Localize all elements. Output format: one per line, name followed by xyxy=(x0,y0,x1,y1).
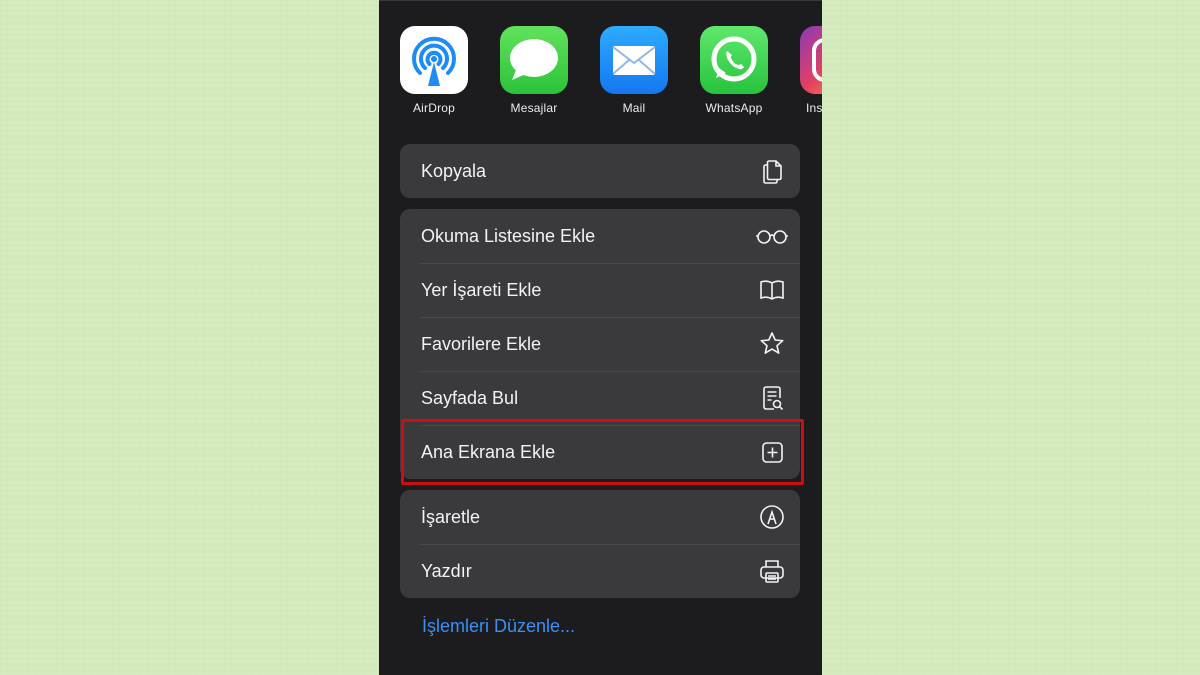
action-add-reading-list[interactable]: Okuma Listesine Ekle xyxy=(400,209,800,263)
app-messages[interactable]: Mesajlar xyxy=(499,26,569,115)
copy-icon xyxy=(763,160,782,184)
instagram-icon xyxy=(800,26,822,94)
action-label: Yazdır xyxy=(421,560,472,581)
share-sheet: AirDrop Mesajlar Mail WhatsApp Ins Kopya… xyxy=(379,0,822,675)
app-label: Mail xyxy=(622,101,646,115)
action-label: Okuma Listesine Ekle xyxy=(421,225,596,246)
edit-actions-link[interactable]: İşlemleri Düzenle... xyxy=(422,616,575,637)
action-label: Sayfada Bul xyxy=(421,387,519,408)
action-label: Yer İşareti Ekle xyxy=(421,279,542,300)
app-airdrop[interactable]: AirDrop xyxy=(399,26,469,115)
app-whatsapp[interactable]: WhatsApp xyxy=(699,26,769,115)
app-label: Ins xyxy=(806,101,822,115)
app-instagram[interactable]: Ins xyxy=(799,26,822,115)
markup-icon xyxy=(760,505,784,529)
find-on-page-icon xyxy=(763,386,784,411)
printer-icon xyxy=(760,560,784,583)
app-mail[interactable]: Mail xyxy=(599,26,669,115)
action-label: Favorilere Ekle xyxy=(421,333,542,354)
glasses-icon xyxy=(756,230,788,244)
highlight-box xyxy=(401,419,804,485)
action-label: İşaretle xyxy=(421,506,481,527)
action-find-on-page[interactable]: Sayfada Bul xyxy=(400,371,800,425)
action-print[interactable]: Yazdır xyxy=(400,544,800,598)
app-label: WhatsApp xyxy=(705,101,763,115)
airdrop-icon xyxy=(400,26,468,94)
action-group-tools: İşaretle Yazdır xyxy=(400,490,800,598)
action-add-favorites[interactable]: Favorilere Ekle xyxy=(400,317,800,371)
app-label: Mesajlar xyxy=(510,101,558,115)
star-icon xyxy=(760,332,784,354)
share-apps-row[interactable]: AirDrop Mesajlar Mail WhatsApp Ins xyxy=(399,26,822,126)
mail-icon xyxy=(600,26,668,94)
action-label: Kopyala xyxy=(421,160,487,181)
book-icon xyxy=(760,280,784,300)
action-add-bookmark[interactable]: Yer İşareti Ekle xyxy=(400,263,800,317)
action-markup[interactable]: İşaretle xyxy=(400,490,800,544)
action-group-copy: Kopyala xyxy=(400,144,800,198)
app-label: AirDrop xyxy=(412,101,456,115)
divider xyxy=(379,0,822,1)
messages-icon xyxy=(500,26,568,94)
action-copy[interactable]: Kopyala xyxy=(400,144,800,198)
whatsapp-icon xyxy=(700,26,768,94)
